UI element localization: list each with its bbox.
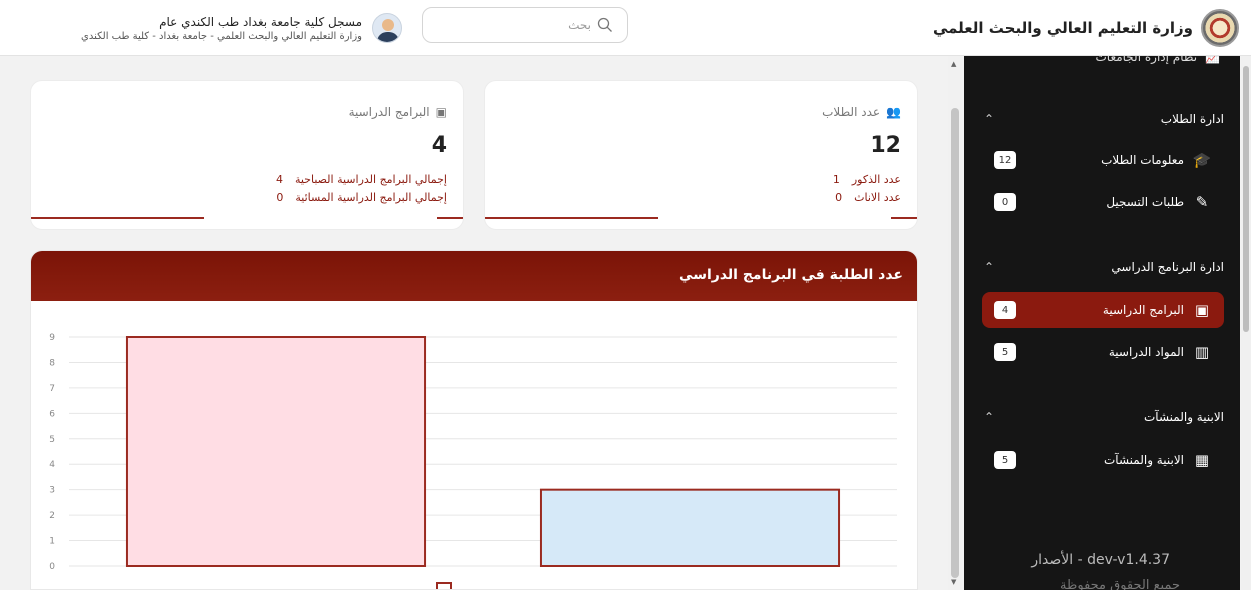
stat-value: 0 (835, 191, 843, 204)
chevron-up-icon[interactable]: ⌃ (984, 112, 994, 126)
count-badge: 5 (994, 451, 1016, 469)
sidebar-item-student-info[interactable]: 🎓 معلومات الطلاب 12 (982, 142, 1224, 178)
card-title: البرامج الدراسية (348, 105, 430, 119)
ministry-logo-icon (1201, 9, 1239, 47)
y-tick-label: 9 (49, 333, 55, 343)
y-tick-label: 2 (49, 511, 55, 521)
stat-label: إجمالي البرامج الدراسية المسائية (295, 191, 447, 204)
top-bar: وزارة التعليم العالي والبحث العلمي بحث م… (0, 0, 1251, 56)
y-tick-label: 5 (49, 435, 55, 445)
users-icon: 👥 (886, 105, 901, 119)
bar-chart: 0 1 2 3 4 5 6 7 8 9 (49, 333, 897, 590)
card-accent-bar (485, 217, 917, 219)
user-name: مسجل كلية جامعة بغداد طب الكندي عام (159, 14, 362, 29)
female-count: عدد الاناث 0 (835, 191, 901, 204)
chevron-up-icon[interactable]: ⌃ (984, 410, 994, 424)
stat-value: 4 (275, 173, 283, 186)
count-badge: 5 (994, 343, 1016, 361)
sidebar-item-buildings[interactable]: ▦ الابنية والمنشآت 5 (982, 442, 1224, 478)
section-title: ادارة البرنامج الدراسي (1111, 260, 1224, 274)
chart-bar[interactable] (539, 488, 841, 568)
sidebar-item-study-subjects[interactable]: ▥ المواد الدراسية 5 (982, 334, 1224, 370)
y-tick-label: 0 (49, 562, 55, 572)
sidebar-scrollbar[interactable] (1241, 56, 1251, 590)
copyright-label: جميع الحقوق محفوظة (1060, 578, 1180, 590)
sidebar-item-registration-requests[interactable]: ✎ طلبات التسجيل 0 (982, 184, 1224, 220)
stat-label: إجمالي البرامج الدراسية الصباحية (294, 173, 447, 186)
stat-label: عدد الاناث (854, 191, 901, 204)
scroll-down-icon[interactable]: ▼ (951, 578, 956, 586)
avatar[interactable] (372, 13, 402, 43)
building-icon: ▦ (1194, 451, 1210, 469)
section-students[interactable]: ادارة الطلاب ⌃ (984, 108, 1224, 130)
scroll-up-icon[interactable]: ▲ (951, 60, 956, 68)
chart-header: عدد الطلبة في البرنامج الدراسي (31, 251, 917, 301)
user-profile[interactable]: مسجل كلية جامعة بغداد طب الكندي عام وزار… (46, 8, 402, 48)
sidebar-item-label: معلومات الطلاب (1101, 153, 1184, 167)
chart-bar[interactable] (125, 336, 427, 567)
sidebar-item-label: البرامج الدراسية (1102, 303, 1184, 317)
search-icon (597, 17, 612, 32)
sidebar-item-label: نظام إدارة الجامعات (1095, 56, 1198, 64)
sidebar-item-label: الابنية والمنشآت (1103, 453, 1184, 467)
sidebar-item-label: طلبات التسجيل (1106, 195, 1184, 209)
evening-programs: إجمالي البرامج الدراسية المسائية 0 (276, 191, 447, 204)
legend-swatch[interactable] (436, 582, 452, 590)
stat-value: 1 (832, 173, 840, 186)
y-tick-label: 1 (49, 537, 55, 547)
stat-value: 0 (276, 191, 284, 204)
section-title: ادارة الطلاب (1160, 112, 1224, 126)
presentation-icon: ▣ (1194, 301, 1210, 319)
count-badge: 12 (994, 151, 1016, 169)
user-subtitle: وزارة التعليم العالي والبحث العلمي - جام… (81, 30, 362, 42)
ministry-brand[interactable]: وزارة التعليم العالي والبحث العلمي (933, 8, 1239, 48)
sidebar-item-universities[interactable]: 📈 نظام إدارة الجامعات (1095, 56, 1220, 64)
card-value: 12 (870, 133, 901, 158)
count-badge: 0 (994, 193, 1016, 211)
y-tick-label: 4 (49, 460, 55, 470)
section-programs[interactable]: ادارة البرنامج الدراسي ⌃ (984, 256, 1224, 278)
chart-title: عدد الطلبة في البرنامج الدراسي (679, 267, 903, 283)
students-per-program-chart: عدد الطلبة في البرنامج الدراسي 0 1 2 3 4 5 6 7 8… (30, 250, 918, 590)
morning-programs: إجمالي البرامج الدراسية الصباحية 4 (276, 173, 447, 186)
y-tick-label: 8 (49, 358, 55, 368)
chart-line-icon: 📈 (1205, 56, 1220, 64)
male-count: عدد الذكور 1 (833, 173, 901, 186)
section-buildings[interactable]: الابنية والمنشآت ⌃ (984, 406, 1224, 428)
students-count-card: 👥 عدد الطلاب 12 عدد الذكور 1 عدد الاناث 0 (484, 80, 918, 230)
version-label: dev-v1.4.37 - الأصدار (1031, 552, 1170, 568)
main-scrollbar-thumb[interactable] (951, 108, 959, 578)
sidebar-item-label: المواد الدراسية (1108, 345, 1184, 359)
books-icon: ▥ (1194, 343, 1210, 361)
programs-count-card: ▣ البرامج الدراسية 4 إجمالي البرامج الدر… (30, 80, 464, 230)
presentation-icon: ▣ (435, 105, 447, 119)
card-title: عدد الطلاب (822, 105, 881, 119)
sidebar: 📈 نظام إدارة الجامعات ادارة الطلاب ⌃ 🎓 م… (964, 56, 1240, 590)
edit-icon: ✎ (1195, 193, 1209, 211)
chevron-up-icon[interactable]: ⌃ (984, 260, 994, 274)
sidebar-scrollbar-thumb[interactable] (1243, 66, 1249, 332)
y-tick-label: 7 (49, 384, 55, 394)
graduate-icon: 🎓 (1192, 151, 1212, 169)
y-tick-label: 3 (49, 486, 55, 496)
sidebar-item-study-programs[interactable]: ▣ البرامج الدراسية 4 (982, 292, 1224, 328)
card-accent-bar (31, 217, 463, 219)
main-scrollbar[interactable]: ▲ ▼ (948, 56, 962, 590)
stat-label: عدد الذكور (851, 173, 901, 186)
count-badge: 4 (994, 301, 1016, 319)
card-value: 4 (431, 133, 447, 158)
search-placeholder: بحث (568, 18, 591, 32)
y-tick-label: 6 (49, 409, 55, 419)
search-input[interactable]: بحث (422, 7, 628, 43)
section-title: الابنية والمنشآت (1143, 410, 1224, 424)
ministry-title: وزارة التعليم العالي والبحث العلمي (932, 19, 1193, 37)
